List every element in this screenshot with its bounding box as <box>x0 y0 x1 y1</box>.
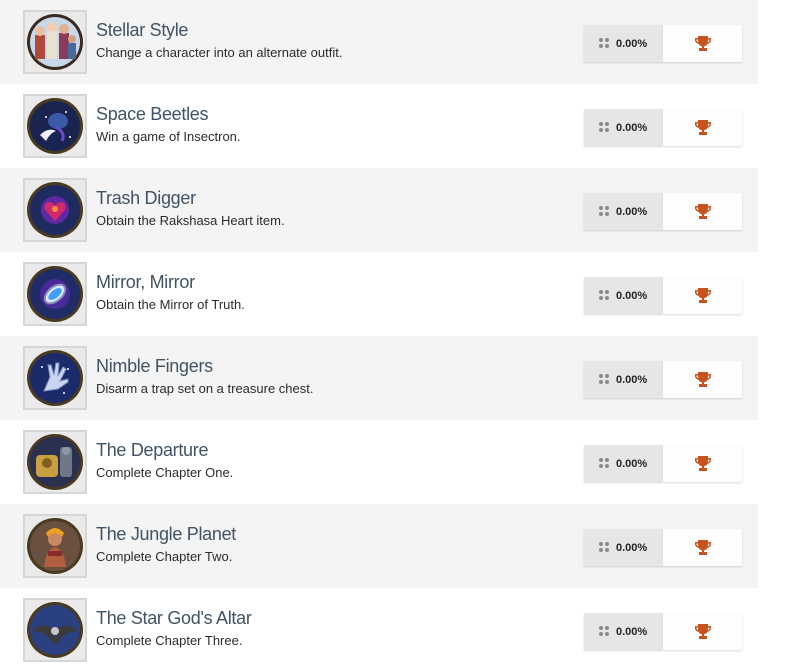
warrior-woman-icon <box>23 514 87 578</box>
trophy-button[interactable] <box>662 445 742 482</box>
achievement-row: Mirror, Mirror Obtain the Mirror of Trut… <box>0 252 758 336</box>
achievement-description: Disarm a trap set on a treasure chest. <box>96 381 314 396</box>
trophy-icon <box>694 120 711 135</box>
heart-gem-icon <box>23 178 87 242</box>
achievement-title: Stellar Style <box>96 20 189 40</box>
trophy-button[interactable] <box>662 193 742 230</box>
grid-dots-icon <box>599 458 610 469</box>
global-percent-button[interactable]: 0.00% <box>584 193 662 230</box>
achievement-stats: 0.00% <box>584 529 742 566</box>
achievement-row: Stellar Style Change a character into an… <box>0 0 758 84</box>
global-percent-button[interactable]: 0.00% <box>584 529 662 566</box>
trophy-icon <box>694 456 711 471</box>
achievement-stats: 0.00% <box>584 445 742 482</box>
achievement-row: The Jungle Planet Complete Chapter Two. … <box>0 504 758 588</box>
achievement-title: Nimble Fingers <box>96 356 213 376</box>
achievement-description: Change a character into an alternate out… <box>96 45 343 60</box>
winged-altar-icon <box>23 598 87 662</box>
global-percent-button[interactable]: 0.00% <box>584 25 662 62</box>
grid-dots-icon <box>599 206 610 217</box>
grid-dots-icon <box>599 626 610 637</box>
achievement-stats: 0.00% <box>584 109 742 146</box>
achievement-stats: 0.00% <box>584 193 742 230</box>
achievement-row: The Star God's Altar Complete Chapter Th… <box>0 588 758 672</box>
global-percent-button[interactable]: 0.00% <box>584 361 662 398</box>
achievement-stats: 0.00% <box>584 25 742 62</box>
unlock-percent: 0.00% <box>616 541 648 554</box>
achievement-title: Space Beetles <box>96 104 209 124</box>
trophy-button[interactable] <box>662 529 742 566</box>
achievement-title: The Departure <box>96 440 209 460</box>
trophy-icon <box>694 624 711 639</box>
achievement-title: Trash Digger <box>96 188 196 208</box>
achievement-stats: 0.00% <box>584 277 742 314</box>
unlock-percent: 0.00% <box>616 289 648 302</box>
achievement-stats: 0.00% <box>584 613 742 650</box>
unlock-percent: 0.00% <box>616 625 648 638</box>
trophy-button[interactable] <box>662 25 742 62</box>
unlock-percent: 0.00% <box>616 37 648 50</box>
achievement-description: Complete Chapter Two. <box>96 549 233 564</box>
unlock-percent: 0.00% <box>616 373 648 386</box>
achievement-description: Obtain the Rakshasa Heart item. <box>96 213 285 228</box>
trophy-button[interactable] <box>662 277 742 314</box>
achievement-row: Nimble Fingers Disarm a trap set on a tr… <box>0 336 758 420</box>
achievement-list: Stellar Style Change a character into an… <box>0 0 758 672</box>
trophy-icon <box>694 36 711 51</box>
grid-dots-icon <box>599 122 610 133</box>
unlock-percent: 0.00% <box>616 457 648 470</box>
grid-dots-icon <box>599 38 610 49</box>
achievement-description: Complete Chapter One. <box>96 465 234 480</box>
unlock-percent: 0.00% <box>616 205 648 218</box>
global-percent-button[interactable]: 0.00% <box>584 277 662 314</box>
robot-crew-icon <box>23 430 87 494</box>
global-percent-button[interactable]: 0.00% <box>584 613 662 650</box>
achievement-row: The Departure Complete Chapter One. 0.00… <box>0 420 758 504</box>
global-percent-button[interactable]: 0.00% <box>584 445 662 482</box>
trophy-icon <box>694 288 711 303</box>
achievement-description: Complete Chapter Three. <box>96 633 243 648</box>
trophy-icon <box>694 204 711 219</box>
achievement-stats: 0.00% <box>584 361 742 398</box>
trophy-icon <box>694 372 711 387</box>
achievement-title: The Jungle Planet <box>96 524 236 544</box>
mirror-icon <box>23 262 87 326</box>
party-portrait-icon <box>23 10 87 74</box>
achievement-title: Mirror, Mirror <box>96 272 195 292</box>
grid-dots-icon <box>599 542 610 553</box>
grid-dots-icon <box>599 290 610 301</box>
achievement-row: Space Beetles Win a game of Insectron. 0… <box>0 84 758 168</box>
achievement-description: Obtain the Mirror of Truth. <box>96 297 245 312</box>
achievement-row: Trash Digger Obtain the Rakshasa Heart i… <box>0 168 758 252</box>
trophy-button[interactable] <box>662 109 742 146</box>
achievement-description: Win a game of Insectron. <box>96 129 241 144</box>
unlock-percent: 0.00% <box>616 121 648 134</box>
trophy-button[interactable] <box>662 613 742 650</box>
global-percent-button[interactable]: 0.00% <box>584 109 662 146</box>
achievement-title: The Star God's Altar <box>96 608 252 628</box>
trophy-icon <box>694 540 711 555</box>
beetle-icon <box>23 94 87 158</box>
trophy-button[interactable] <box>662 361 742 398</box>
hand-icon <box>23 346 87 410</box>
grid-dots-icon <box>599 374 610 385</box>
